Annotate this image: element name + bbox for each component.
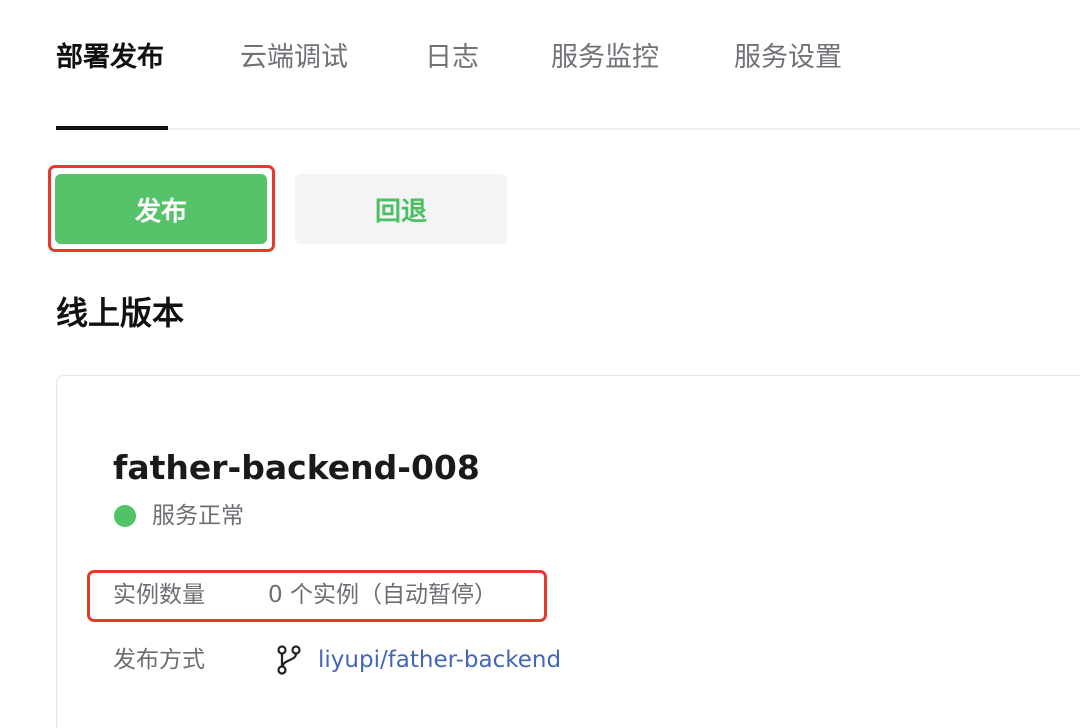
deploy-page: 部署发布 云端调试 日志 服务监控 服务设置 发布 回退 线上版本 father… (0, 0, 1080, 728)
tab-logs[interactable]: 日志 (425, 38, 479, 78)
rollback-button[interactable]: 回退 (295, 174, 507, 244)
service-status: 服务正常 (152, 503, 244, 529)
status-dot-icon (114, 505, 136, 527)
active-tab-indicator (56, 126, 168, 130)
repo-link[interactable]: liyupi/father-backend (318, 645, 561, 675)
tab-settings[interactable]: 服务设置 (734, 38, 842, 78)
online-version-card (56, 375, 1080, 728)
tab-divider (56, 128, 1080, 130)
tab-monitoring[interactable]: 服务监控 (551, 38, 659, 78)
tab-bar: 部署发布 云端调试 日志 服务监控 服务设置 (0, 0, 1080, 130)
instances-label: 实例数量 (113, 582, 205, 608)
tab-cloud-debug[interactable]: 云端调试 (240, 38, 348, 78)
service-name: father-backend-008 (113, 448, 480, 487)
git-branch-icon (277, 645, 301, 675)
instances-value: 0 个实例（自动暂停） (268, 582, 497, 608)
publish-button[interactable]: 发布 (55, 174, 267, 244)
section-title: 线上版本 (56, 294, 185, 332)
tab-deploy[interactable]: 部署发布 (56, 38, 164, 78)
deploy-method-label: 发布方式 (113, 647, 205, 673)
